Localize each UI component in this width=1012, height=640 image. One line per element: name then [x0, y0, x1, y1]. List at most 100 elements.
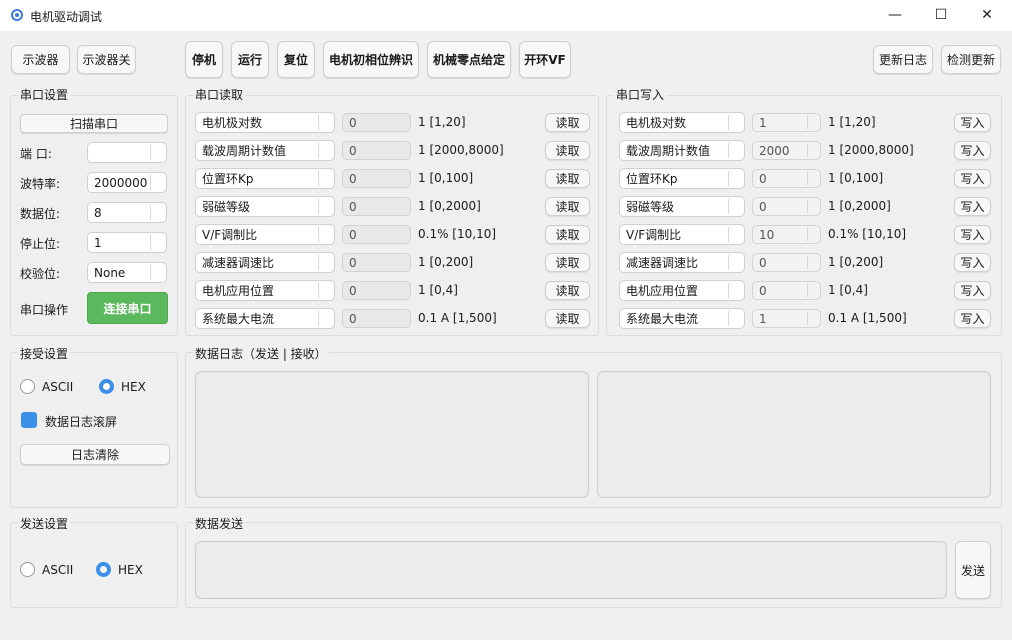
write-button[interactable]: 写入 — [954, 141, 991, 160]
phase-identify-button[interactable]: 电机初相位辨识 — [323, 41, 419, 78]
parity-select[interactable]: None — [87, 262, 167, 283]
param-range: 1 [2000,8000] — [828, 143, 914, 157]
value-field[interactable]: 0 — [752, 197, 821, 216]
read-button[interactable]: 读取 — [545, 113, 590, 132]
read-button[interactable]: 读取 — [545, 141, 590, 160]
read-button[interactable]: 读取 — [545, 281, 590, 300]
param-range: 1 [0,4] — [828, 283, 868, 297]
read-button[interactable]: 读取 — [545, 169, 590, 188]
read-button[interactable]: 读取 — [545, 197, 590, 216]
sent-log-textbox[interactable] — [195, 371, 589, 498]
param-select[interactable]: 载波周期计数值 — [619, 140, 745, 161]
param-select[interactable]: 电机极对数 — [195, 112, 335, 133]
value-field[interactable]: 1 — [752, 113, 821, 132]
received-log-textbox[interactable] — [597, 371, 991, 498]
minimize-icon[interactable]: — — [872, 0, 918, 31]
scan-port-button[interactable]: 扫描串口 — [20, 114, 168, 133]
param-select[interactable]: 位置环Kp — [619, 168, 745, 189]
param-range: 1 [2000,8000] — [418, 143, 504, 157]
receive-ascii-radio[interactable] — [20, 379, 35, 394]
changelog-button[interactable]: 更新日志 — [873, 45, 933, 74]
write-button[interactable]: 写入 — [954, 253, 991, 272]
param-select[interactable]: 系统最大电流 — [619, 308, 745, 329]
value-field[interactable]: 0 — [752, 281, 821, 300]
param-select[interactable]: 电机应用位置 — [195, 280, 335, 301]
value-field[interactable]: 0 — [752, 253, 821, 272]
param-name: 电机应用位置 — [626, 284, 699, 298]
read-button[interactable]: 读取 — [545, 253, 590, 272]
value-field[interactable]: 1 — [752, 309, 821, 328]
param-value: 0 — [759, 284, 767, 298]
param-select[interactable]: 弱磁等级 — [619, 196, 745, 217]
param-select[interactable]: 电机应用位置 — [619, 280, 745, 301]
param-range: 1 [1,20] — [828, 115, 876, 129]
stop-bits-select[interactable]: 1 — [87, 232, 167, 253]
value-field[interactable]: 0 — [342, 309, 411, 328]
param-name: V/F调制比 — [202, 228, 258, 242]
write-button[interactable]: 写入 — [954, 169, 991, 188]
param-name: 系统最大电流 — [626, 312, 699, 326]
app-icon — [11, 9, 23, 21]
value-field[interactable]: 0 — [342, 225, 411, 244]
param-value: 0 — [349, 228, 357, 242]
write-button[interactable]: 写入 — [954, 309, 991, 328]
value-field[interactable]: 0 — [342, 281, 411, 300]
param-select[interactable]: 电机极对数 — [619, 112, 745, 133]
param-range: 1 [0,2000] — [828, 199, 891, 213]
send-input[interactable] — [195, 541, 947, 599]
clear-log-button[interactable]: 日志清除 — [20, 444, 170, 465]
value-field[interactable]: 0 — [342, 141, 411, 160]
maximize-icon[interactable]: ☐ — [918, 0, 964, 31]
value-field[interactable]: 0 — [342, 169, 411, 188]
param-select[interactable]: 减速器调速比 — [195, 252, 335, 273]
param-value: 0 — [349, 200, 357, 214]
close-icon[interactable]: ✕ — [964, 0, 1010, 31]
param-range: 0.1% [10,10] — [418, 227, 497, 241]
param-select[interactable]: 位置环Kp — [195, 168, 335, 189]
data-bits-value: 8 — [94, 206, 102, 220]
zero-set-button[interactable]: 机械零点给定 — [427, 41, 511, 78]
value-field[interactable]: 10 — [752, 225, 821, 244]
check-update-button[interactable]: 检测更新 — [941, 45, 1001, 74]
value-field[interactable]: 0 — [342, 253, 411, 272]
stop-button[interactable]: 停机 — [185, 41, 223, 78]
send-ascii-radio[interactable] — [20, 562, 35, 577]
scope-off-button[interactable]: 示波器关 — [77, 45, 136, 74]
write-button[interactable]: 写入 — [954, 197, 991, 216]
read-button[interactable]: 读取 — [545, 225, 590, 244]
reset-button[interactable]: 复位 — [277, 41, 315, 78]
param-name: 系统最大电流 — [202, 312, 275, 326]
data-bits-select[interactable]: 8 — [87, 202, 167, 223]
value-field[interactable]: 0 — [752, 169, 821, 188]
open-loop-vf-button[interactable]: 开环VF — [519, 41, 571, 78]
receive-hex-label: HEX — [121, 380, 146, 394]
param-select[interactable]: V/F调制比 — [195, 224, 335, 245]
send-hex-label: HEX — [118, 563, 143, 577]
run-button[interactable]: 运行 — [231, 41, 269, 78]
param-name: 位置环Kp — [626, 172, 678, 186]
param-select[interactable]: 系统最大电流 — [195, 308, 335, 329]
param-name: 载波周期计数值 — [626, 144, 711, 158]
write-button[interactable]: 写入 — [954, 113, 991, 132]
param-name: 位置环Kp — [202, 172, 254, 186]
connect-serial-button[interactable]: 连接串口 — [87, 292, 168, 324]
param-select[interactable]: V/F调制比 — [619, 224, 745, 245]
value-field[interactable]: 2000 — [752, 141, 821, 160]
write-button[interactable]: 写入 — [954, 225, 991, 244]
value-field[interactable]: 0 — [342, 113, 411, 132]
receive-settings-panel — [10, 352, 178, 508]
send-button[interactable]: 发送 — [955, 541, 991, 599]
param-select[interactable]: 减速器调速比 — [619, 252, 745, 273]
scope-on-button[interactable]: 示波器 — [11, 45, 70, 74]
value-field[interactable]: 0 — [342, 197, 411, 216]
param-select[interactable]: 载波周期计数值 — [195, 140, 335, 161]
param-select[interactable]: 弱磁等级 — [195, 196, 335, 217]
write-button[interactable]: 写入 — [954, 281, 991, 300]
receive-hex-radio[interactable] — [99, 379, 114, 394]
autoscroll-checkbox[interactable] — [21, 412, 37, 428]
send-hex-radio[interactable] — [96, 562, 111, 577]
port-select[interactable] — [87, 142, 167, 163]
baud-select[interactable]: 2000000 — [87, 172, 167, 193]
read-button[interactable]: 读取 — [545, 309, 590, 328]
data-log-title: 数据日志（发送 | 接收） — [193, 345, 329, 362]
